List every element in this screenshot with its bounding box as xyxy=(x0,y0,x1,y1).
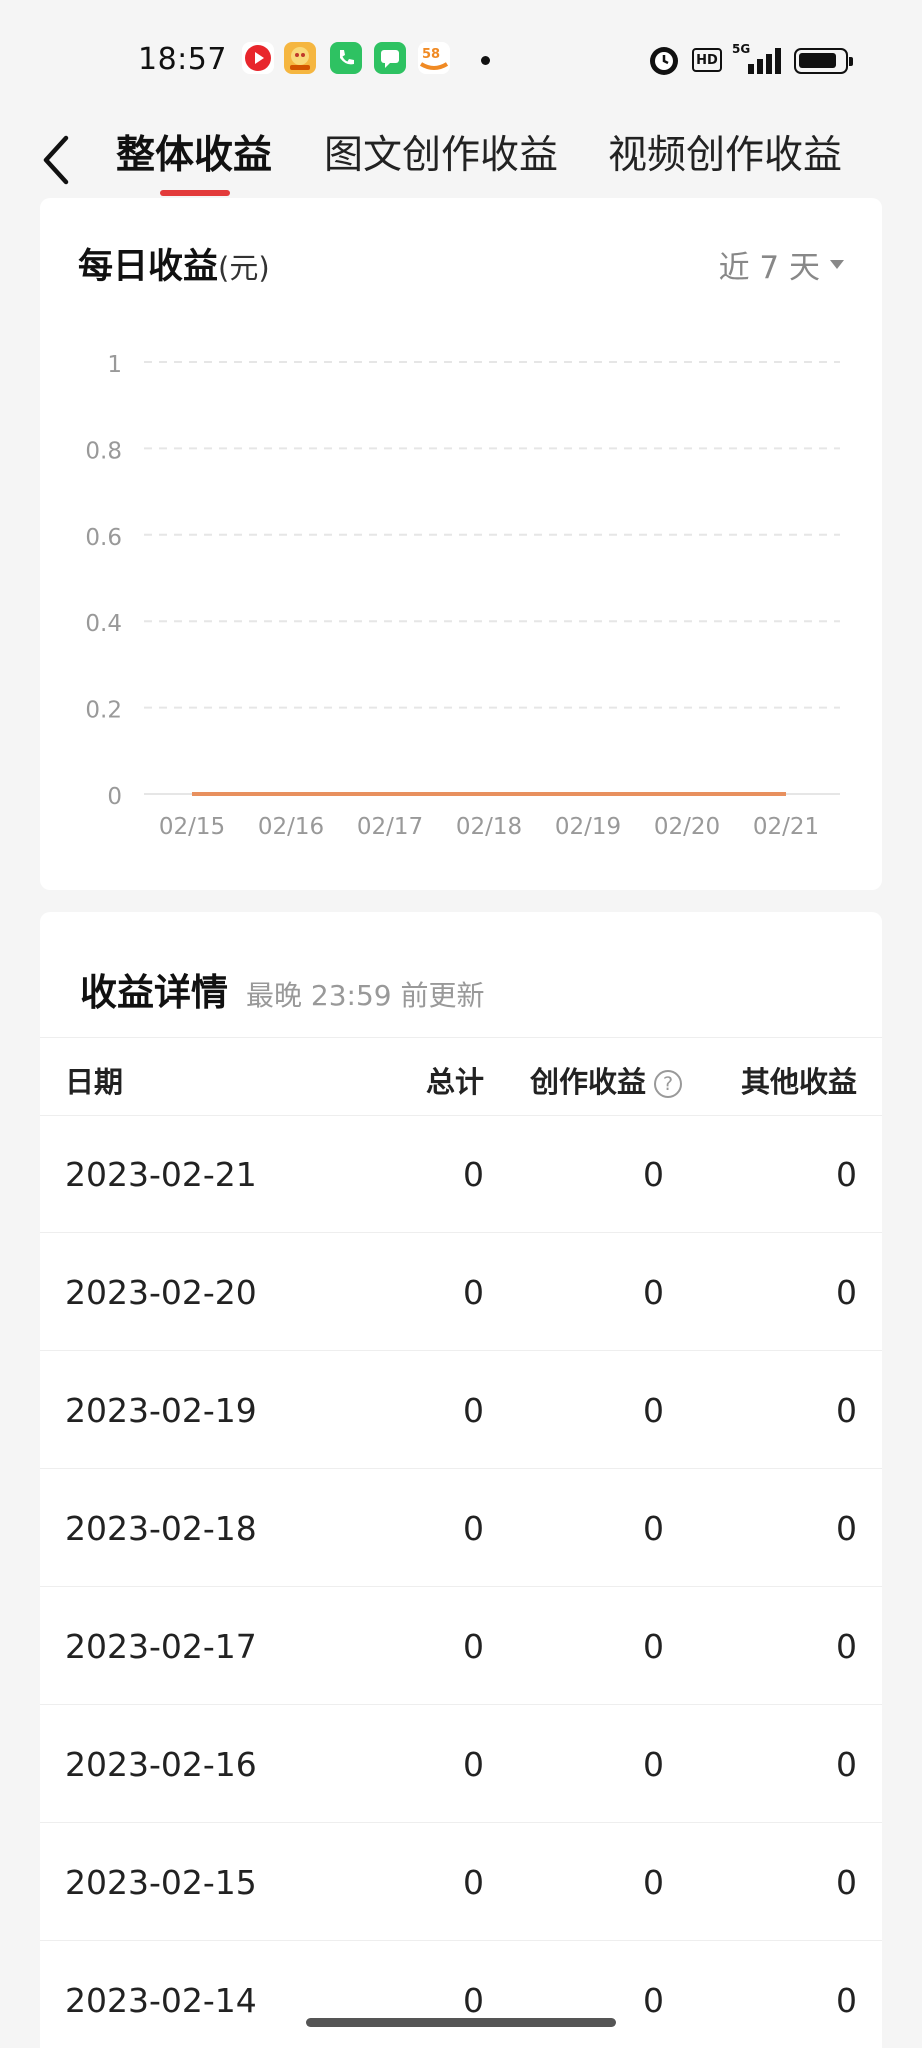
cell-creation: 0 xyxy=(643,1509,664,1548)
game-app-icon xyxy=(284,42,316,74)
table-header: 日期 总计 创作收益? 其他收益 xyxy=(40,1037,882,1115)
daily-earnings-card: 每日收益(元) 近 7 天 0 0.2 0.4 0.6 0.8 1 02/15 02/16 02… xyxy=(40,198,882,890)
y-tick-label: 0.8 xyxy=(85,438,122,464)
hd-badge: HD xyxy=(692,48,722,72)
cell-total: 0 xyxy=(463,1273,484,1312)
message-icon xyxy=(374,42,406,74)
signal-icon xyxy=(740,48,781,74)
table-row: 2023-02-15 0 0 0 xyxy=(40,1823,882,1941)
x-tick-label: 02/16 xyxy=(258,814,324,840)
column-header-total: 总计 xyxy=(425,1065,484,1099)
cell-other: 0 xyxy=(836,1509,857,1548)
cell-total: 0 xyxy=(463,1155,484,1194)
x-tick-label: 02/20 xyxy=(654,814,720,840)
y-tick-label: 0.4 xyxy=(85,611,122,637)
tab-overall-earnings[interactable]: 整体收益 xyxy=(116,124,272,180)
cell-total: 0 xyxy=(463,1627,484,1666)
help-icon[interactable]: ? xyxy=(654,1070,682,1098)
cell-other: 0 xyxy=(836,1745,857,1784)
cell-total: 0 xyxy=(463,1981,484,2020)
daily-earnings-chart: 0 0.2 0.4 0.6 0.8 1 02/15 02/16 02/17 02/18 02/19 0… xyxy=(85,352,840,840)
y-tick-label: 0 xyxy=(107,784,122,810)
active-tab-indicator xyxy=(160,190,230,196)
cell-total: 0 xyxy=(463,1391,484,1430)
table-row: 2023-02-14 0 0 0 xyxy=(40,1941,882,2048)
y-tick-label: 1 xyxy=(107,352,122,378)
cell-other: 0 xyxy=(836,1981,857,2020)
cell-other: 0 xyxy=(836,1155,857,1194)
table-row: 2023-02-21 0 0 0 xyxy=(40,1115,882,1233)
tab-bar: 整体收益 图文创作收益 视频创作收益 xyxy=(0,120,922,200)
cell-other: 0 xyxy=(836,1273,857,1312)
table-row: 2023-02-19 0 0 0 xyxy=(40,1351,882,1469)
y-tick-label: 0.2 xyxy=(85,698,122,724)
cell-creation: 0 xyxy=(643,1745,664,1784)
update-note: 最晚 23:59 前更新 xyxy=(246,979,485,1012)
cell-total: 0 xyxy=(463,1745,484,1784)
cell-date: 2023-02-14 xyxy=(65,1981,257,2020)
status-time: 18:57 xyxy=(138,42,227,77)
back-button[interactable] xyxy=(36,132,76,188)
cell-creation: 0 xyxy=(643,1155,664,1194)
battery-icon xyxy=(794,48,853,74)
column-header-creation: 创作收益? xyxy=(530,1059,682,1101)
cell-total: 0 xyxy=(463,1863,484,1902)
x-tick-label: 02/18 xyxy=(456,814,522,840)
video-app-icon xyxy=(242,42,274,74)
cell-other: 0 xyxy=(836,1391,857,1430)
cell-creation: 0 xyxy=(643,1981,664,2020)
cell-date: 2023-02-20 xyxy=(65,1273,257,1312)
column-header-other: 其他收益 xyxy=(740,1065,857,1099)
status-bar: 18:57 58 HD 5G xyxy=(0,0,922,120)
column-header-creation-label: 创作收益 xyxy=(529,1065,646,1099)
cell-date: 2023-02-21 xyxy=(65,1155,257,1194)
cell-creation: 0 xyxy=(643,1863,664,1902)
table-row: 2023-02-17 0 0 0 xyxy=(40,1587,882,1705)
battery-level xyxy=(799,53,836,68)
cell-creation: 0 xyxy=(643,1273,664,1312)
alarm-icon xyxy=(650,47,678,75)
chevron-left-icon xyxy=(43,135,69,185)
table-row: 2023-02-16 0 0 0 xyxy=(40,1705,882,1823)
tab-video-earnings[interactable]: 视频创作收益 xyxy=(608,124,842,180)
x-tick-label: 02/21 xyxy=(753,814,819,840)
cell-other: 0 xyxy=(836,1627,857,1666)
tab-article-earnings[interactable]: 图文创作收益 xyxy=(324,124,558,180)
y-tick-label: 0.6 xyxy=(85,525,122,551)
cell-date: 2023-02-19 xyxy=(65,1391,257,1430)
cell-other: 0 xyxy=(836,1863,857,1902)
svg-text:58: 58 xyxy=(422,47,440,62)
cell-date: 2023-02-17 xyxy=(65,1627,257,1666)
table-row: 2023-02-20 0 0 0 xyxy=(40,1233,882,1351)
notification-dot xyxy=(481,56,490,65)
x-tick-label: 02/19 xyxy=(555,814,621,840)
detail-title: 收益详情 xyxy=(80,971,228,1014)
phone-icon xyxy=(330,42,362,74)
earnings-detail-card: 收益详情 最晚 23:59 前更新 日期 总计 创作收益? 其他收益 2023-… xyxy=(40,912,882,2048)
cell-date: 2023-02-15 xyxy=(65,1863,257,1902)
58-app-icon: 58 xyxy=(418,42,450,74)
cell-date: 2023-02-18 xyxy=(65,1509,257,1548)
cell-creation: 0 xyxy=(643,1391,664,1430)
home-indicator[interactable] xyxy=(306,2018,616,2027)
x-tick-label: 02/17 xyxy=(357,814,423,840)
cell-date: 2023-02-16 xyxy=(65,1745,257,1784)
x-tick-label: 02/15 xyxy=(159,814,225,840)
column-header-date: 日期 xyxy=(65,1065,124,1099)
table-row: 2023-02-18 0 0 0 xyxy=(40,1469,882,1587)
detail-header: 收益详情 最晚 23:59 前更新 xyxy=(80,962,485,1016)
cell-total: 0 xyxy=(463,1509,484,1548)
cell-creation: 0 xyxy=(643,1627,664,1666)
